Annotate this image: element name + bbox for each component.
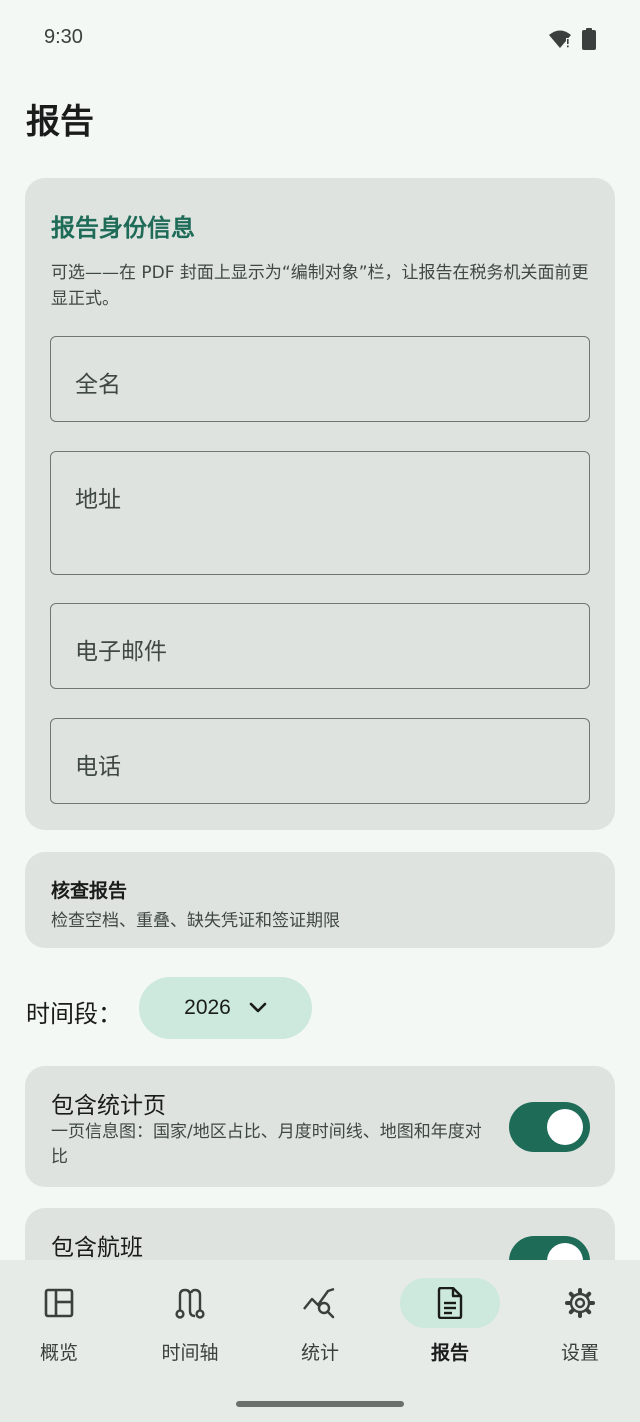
- nav-label: 统计: [300, 1342, 339, 1364]
- nav-item-settings[interactable]: 设置: [516, 1278, 640, 1378]
- nav-pill: [9, 1278, 109, 1328]
- check-report-card[interactable]: 核查报告 检查空档、重叠、缺失凭证和签证期限: [25, 852, 615, 948]
- nav-label: 报告: [430, 1342, 469, 1364]
- settings-icon: [565, 1288, 595, 1318]
- bottom-nav: 概览 时间轴 统计 报告 设置: [0, 1260, 640, 1422]
- full-name-field[interactable]: 全名: [50, 336, 590, 422]
- status-bar: 9:30: [0, 0, 640, 78]
- nav-item-timeline[interactable]: 时间轴: [126, 1278, 254, 1378]
- report-icon: [437, 1287, 463, 1319]
- include-flights-title: 包含航班: [51, 1235, 143, 1261]
- include-stats-subtitle: 一页信息图：国家/地区占比、月度时间线、地图和年度对比: [51, 1122, 482, 1167]
- nav-item-overview[interactable]: 概览: [0, 1278, 123, 1378]
- nav-pill: [140, 1278, 240, 1328]
- battery-icon: [582, 28, 596, 50]
- status-icons: [548, 28, 596, 50]
- nav-pill: [530, 1278, 630, 1328]
- nav-label: 设置: [560, 1342, 599, 1364]
- report-identity-card: 报告身份信息 可选——在 PDF 封面上显示为“编制对象”栏，让报告在税务机关面…: [25, 178, 615, 830]
- email-field[interactable]: 电子邮件: [50, 603, 590, 689]
- page-title: 报告: [26, 102, 94, 142]
- check-report-title: 核查报告: [51, 880, 128, 902]
- stats-icon: [303, 1287, 335, 1319]
- period-value: 2026: [184, 996, 231, 1019]
- email-placeholder: 电子邮件: [75, 639, 167, 665]
- nav-label: 时间轴: [161, 1342, 219, 1364]
- wifi-icon: [549, 30, 571, 48]
- home-indicator[interactable]: [236, 1401, 404, 1407]
- identity-description: 可选——在 PDF 封面上显示为“编制对象”栏，让报告在税务机关面前更显正式。: [51, 263, 589, 309]
- timeline-icon: [175, 1288, 205, 1319]
- identity-heading: 报告身份信息: [51, 214, 195, 242]
- status-time: 9:30: [44, 26, 83, 48]
- full-name-placeholder: 全名: [75, 372, 121, 398]
- nav-item-report[interactable]: 报告: [386, 1278, 514, 1378]
- period-dropdown[interactable]: 2026: [139, 977, 312, 1039]
- nav-pill-active: [400, 1278, 500, 1328]
- check-report-subtitle: 检查空档、重叠、缺失凭证和签证期限: [51, 911, 340, 931]
- phone-field[interactable]: 电话: [50, 718, 590, 804]
- switch-knob: [547, 1109, 583, 1145]
- phone-placeholder: 电话: [75, 754, 121, 780]
- chevron-down-icon: [249, 1002, 267, 1013]
- nav-label: 概览: [39, 1342, 78, 1364]
- nav-item-stats[interactable]: 统计: [256, 1278, 384, 1378]
- address-placeholder: 地址: [75, 487, 121, 513]
- include-stats-title: 包含统计页: [51, 1093, 166, 1119]
- include-stats-switch[interactable]: [509, 1102, 590, 1152]
- overview-icon: [44, 1288, 74, 1318]
- nav-pill: [270, 1278, 370, 1328]
- include-stats-card: 包含统计页 一页信息图：国家/地区占比、月度时间线、地图和年度对比: [25, 1066, 615, 1187]
- period-label: 时间段：: [26, 1000, 122, 1028]
- address-field[interactable]: 地址: [50, 451, 590, 575]
